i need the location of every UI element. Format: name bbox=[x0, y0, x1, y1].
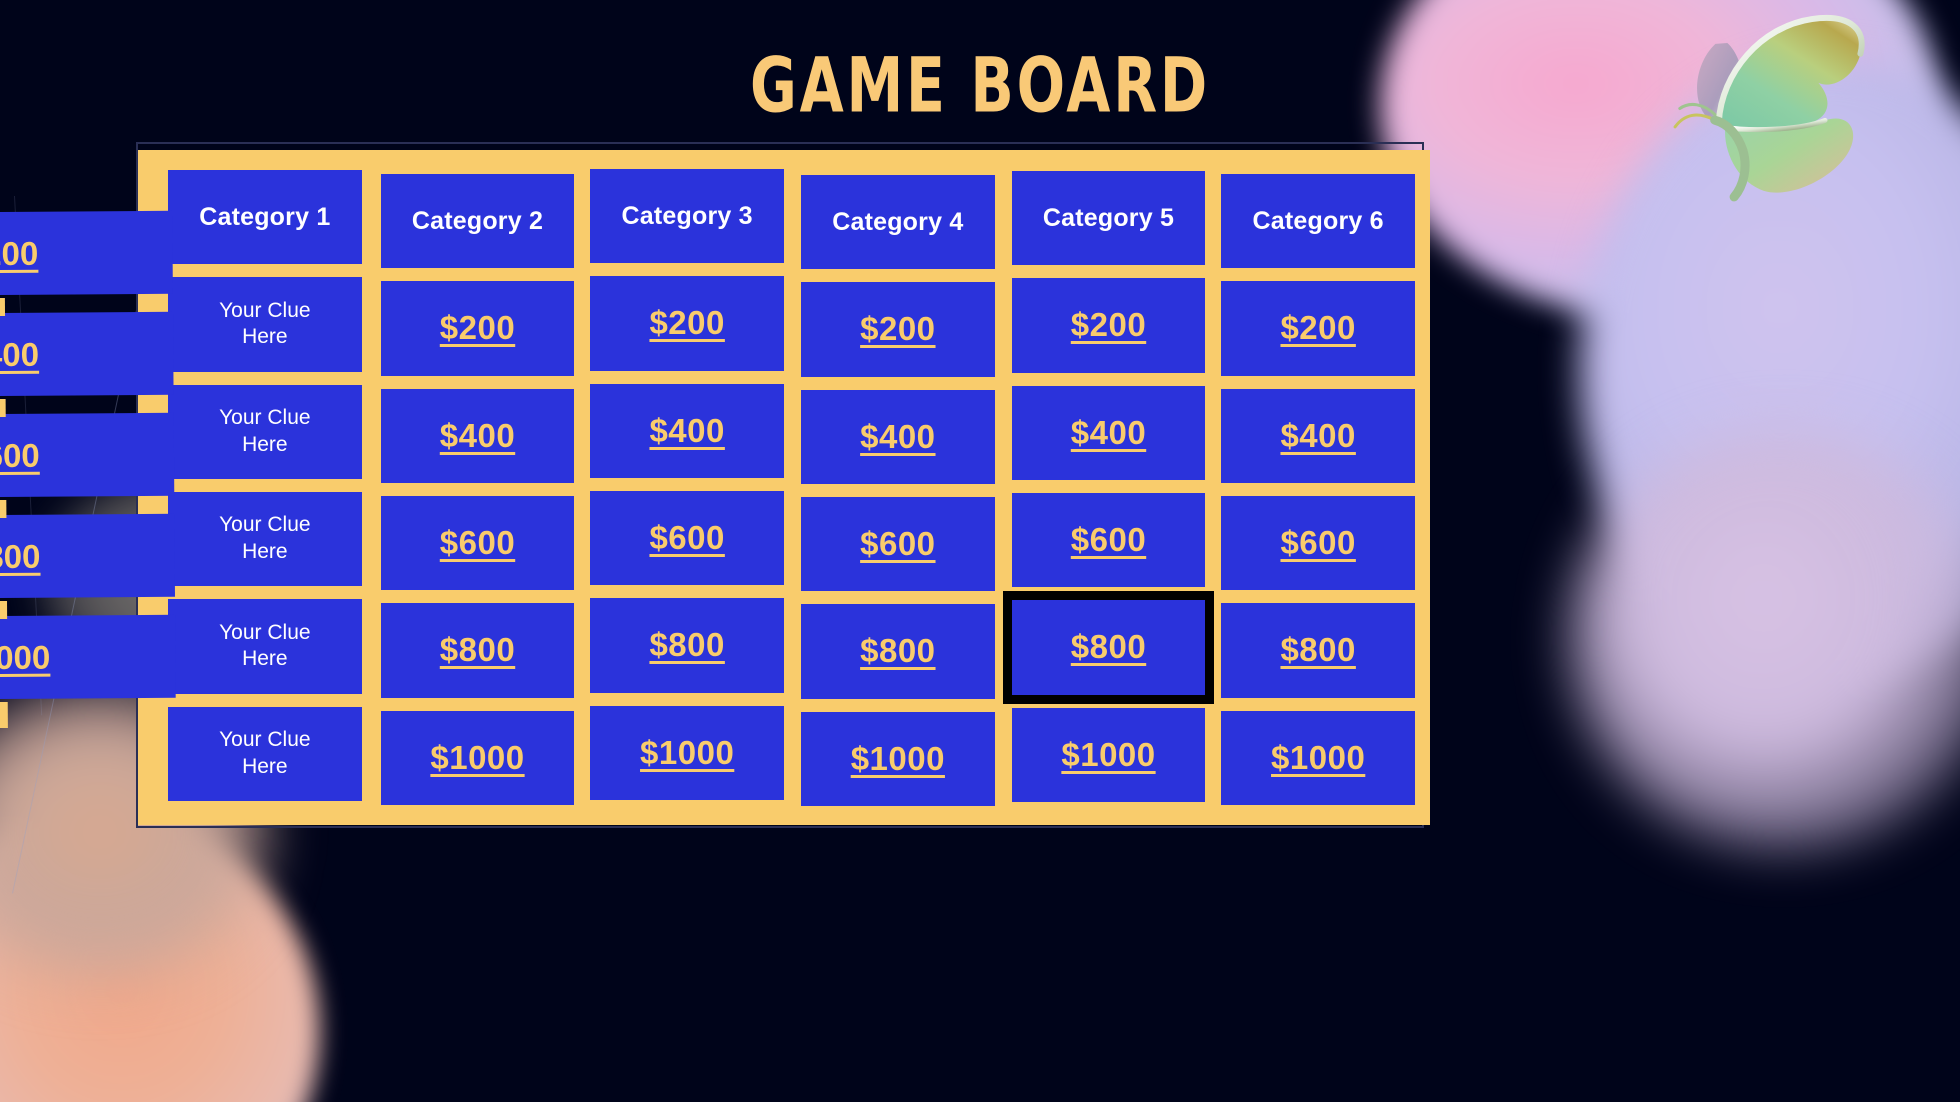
amount-label: $200 bbox=[439, 309, 516, 347]
detached-amount-cell-1000[interactable]: $1000 bbox=[0, 614, 176, 701]
category-header-6[interactable]: Category 6 bbox=[1221, 174, 1415, 269]
clue-cell-c1-r5[interactable]: Your Clue Here bbox=[168, 706, 362, 801]
game-board-grid: Category 1 Category 2 Category 3 Categor… bbox=[168, 169, 1415, 806]
amount-cell-c3-r2[interactable]: $400 bbox=[590, 383, 784, 478]
amount-label: $600 bbox=[0, 436, 40, 474]
amount-cell-c3-r4[interactable]: $800 bbox=[590, 598, 784, 693]
amount-label: $800 bbox=[1070, 628, 1147, 666]
detached-amount-cell-200[interactable]: $200 bbox=[0, 210, 173, 297]
amount-cell-c2-r3[interactable]: $600 bbox=[380, 496, 575, 591]
clue-cell-c1-r1[interactable]: Your Clue Here bbox=[168, 277, 362, 372]
amount-label: $200 bbox=[1280, 309, 1356, 347]
amount-cell-c5-r1[interactable]: $200 bbox=[1011, 278, 1206, 373]
amount-label: $1000 bbox=[640, 733, 735, 771]
amount-cell-c2-r4[interactable]: $800 bbox=[380, 603, 575, 698]
category-label: Category 3 bbox=[621, 201, 753, 230]
clue-placeholder: Your Clue Here bbox=[219, 513, 311, 564]
amount-label: $1000 bbox=[1271, 738, 1366, 776]
amount-cell-c4-r5[interactable]: $1000 bbox=[801, 711, 995, 806]
amount-cell-c6-r4[interactable]: $800 bbox=[1221, 603, 1415, 698]
category-header-5[interactable]: Category 5 bbox=[1011, 171, 1206, 266]
frame-tab bbox=[0, 600, 8, 620]
category-header-3[interactable]: Category 3 bbox=[590, 169, 784, 264]
amount-label: $1000 bbox=[0, 638, 51, 676]
category-label: Category 6 bbox=[1252, 206, 1384, 235]
detached-amount-column[interactable]: $200 $400 $600 $800 $1000 bbox=[0, 210, 176, 729]
amount-cell-c6-r1[interactable]: $200 bbox=[1221, 281, 1415, 376]
amount-cell-c2-r5[interactable]: $1000 bbox=[380, 710, 575, 805]
amount-cell-c5-r2[interactable]: $400 bbox=[1011, 385, 1206, 480]
amount-cell-c6-r5[interactable]: $1000 bbox=[1221, 710, 1415, 805]
amount-label: $600 bbox=[860, 525, 936, 563]
amount-label: $400 bbox=[0, 335, 40, 373]
amount-label: $1000 bbox=[850, 739, 945, 777]
clue-placeholder: Your Clue Here bbox=[219, 727, 311, 778]
amount-label: $400 bbox=[1070, 413, 1147, 451]
amount-cell-c4-r1[interactable]: $200 bbox=[801, 282, 995, 377]
category-label: Category 5 bbox=[1042, 203, 1175, 232]
category-label: Category 2 bbox=[411, 206, 544, 235]
amount-label: $200 bbox=[860, 310, 936, 348]
frame-tab bbox=[0, 398, 6, 418]
amount-label: $200 bbox=[1070, 306, 1147, 344]
frame-tab bbox=[0, 499, 7, 519]
category-label: Category 4 bbox=[832, 207, 964, 236]
page-title: GAME BOARD bbox=[750, 40, 1210, 130]
amount-cell-c6-r3[interactable]: $600 bbox=[1221, 496, 1415, 591]
amount-label: $400 bbox=[1280, 416, 1356, 454]
clue-placeholder: Your Clue Here bbox=[219, 298, 311, 349]
game-board: Category 1 Category 2 Category 3 Categor… bbox=[138, 150, 1430, 825]
amount-label: $1000 bbox=[1061, 735, 1156, 773]
amount-label: $600 bbox=[649, 519, 725, 557]
amount-label: $400 bbox=[860, 417, 936, 455]
amount-label: $600 bbox=[439, 524, 516, 562]
amount-label: $200 bbox=[0, 234, 39, 272]
amount-label: $600 bbox=[1280, 524, 1356, 562]
clue-cell-c1-r4[interactable]: Your Clue Here bbox=[168, 599, 362, 694]
category-label: Category 1 bbox=[199, 202, 331, 231]
amount-label: $800 bbox=[860, 632, 936, 670]
frame-tab bbox=[0, 297, 6, 317]
clue-placeholder: Your Clue Here bbox=[219, 620, 311, 671]
detached-amount-cell-600[interactable]: $600 bbox=[0, 412, 175, 499]
amount-cell-c2-r2[interactable]: $400 bbox=[380, 388, 575, 483]
amount-cell-c4-r2[interactable]: $400 bbox=[801, 389, 995, 484]
amount-label: $400 bbox=[439, 416, 516, 454]
amount-cell-c4-r4[interactable]: $800 bbox=[801, 604, 995, 699]
detached-amount-cell-800[interactable]: $800 bbox=[0, 513, 175, 600]
clue-placeholder: Your Clue Here bbox=[219, 405, 311, 456]
amount-label: $800 bbox=[1280, 631, 1356, 669]
frame-tab bbox=[0, 701, 8, 729]
amount-label: $600 bbox=[1070, 521, 1147, 559]
amount-label: $800 bbox=[439, 631, 516, 669]
amount-cell-c5-r3[interactable]: $600 bbox=[1011, 493, 1206, 588]
detached-amount-cell-400[interactable]: $400 bbox=[0, 311, 174, 398]
clue-cell-c1-r3[interactable]: Your Clue Here bbox=[168, 492, 362, 587]
amount-label: $800 bbox=[0, 537, 41, 575]
amount-label: $200 bbox=[649, 304, 725, 342]
category-header-1[interactable]: Category 1 bbox=[168, 170, 362, 265]
amount-cell-c2-r1[interactable]: $200 bbox=[380, 281, 575, 376]
amount-cell-c6-r2[interactable]: $400 bbox=[1221, 388, 1415, 483]
amount-label: $1000 bbox=[430, 738, 525, 776]
amount-label: $400 bbox=[649, 411, 725, 449]
amount-cell-c3-r5[interactable]: $1000 bbox=[590, 705, 784, 800]
clue-cell-c1-r2[interactable]: Your Clue Here bbox=[168, 384, 362, 479]
amount-cell-c3-r3[interactable]: $600 bbox=[590, 491, 784, 586]
category-header-2[interactable]: Category 2 bbox=[380, 174, 575, 269]
amount-cell-c4-r3[interactable]: $600 bbox=[801, 497, 995, 592]
amount-cell-c5-r5[interactable]: $1000 bbox=[1011, 707, 1206, 802]
category-header-4[interactable]: Category 4 bbox=[801, 175, 995, 270]
amount-cell-c3-r1[interactable]: $200 bbox=[590, 276, 784, 371]
amount-cell-c5-r4-selected[interactable]: $800 bbox=[1002, 591, 1215, 704]
amount-label: $800 bbox=[649, 626, 725, 664]
